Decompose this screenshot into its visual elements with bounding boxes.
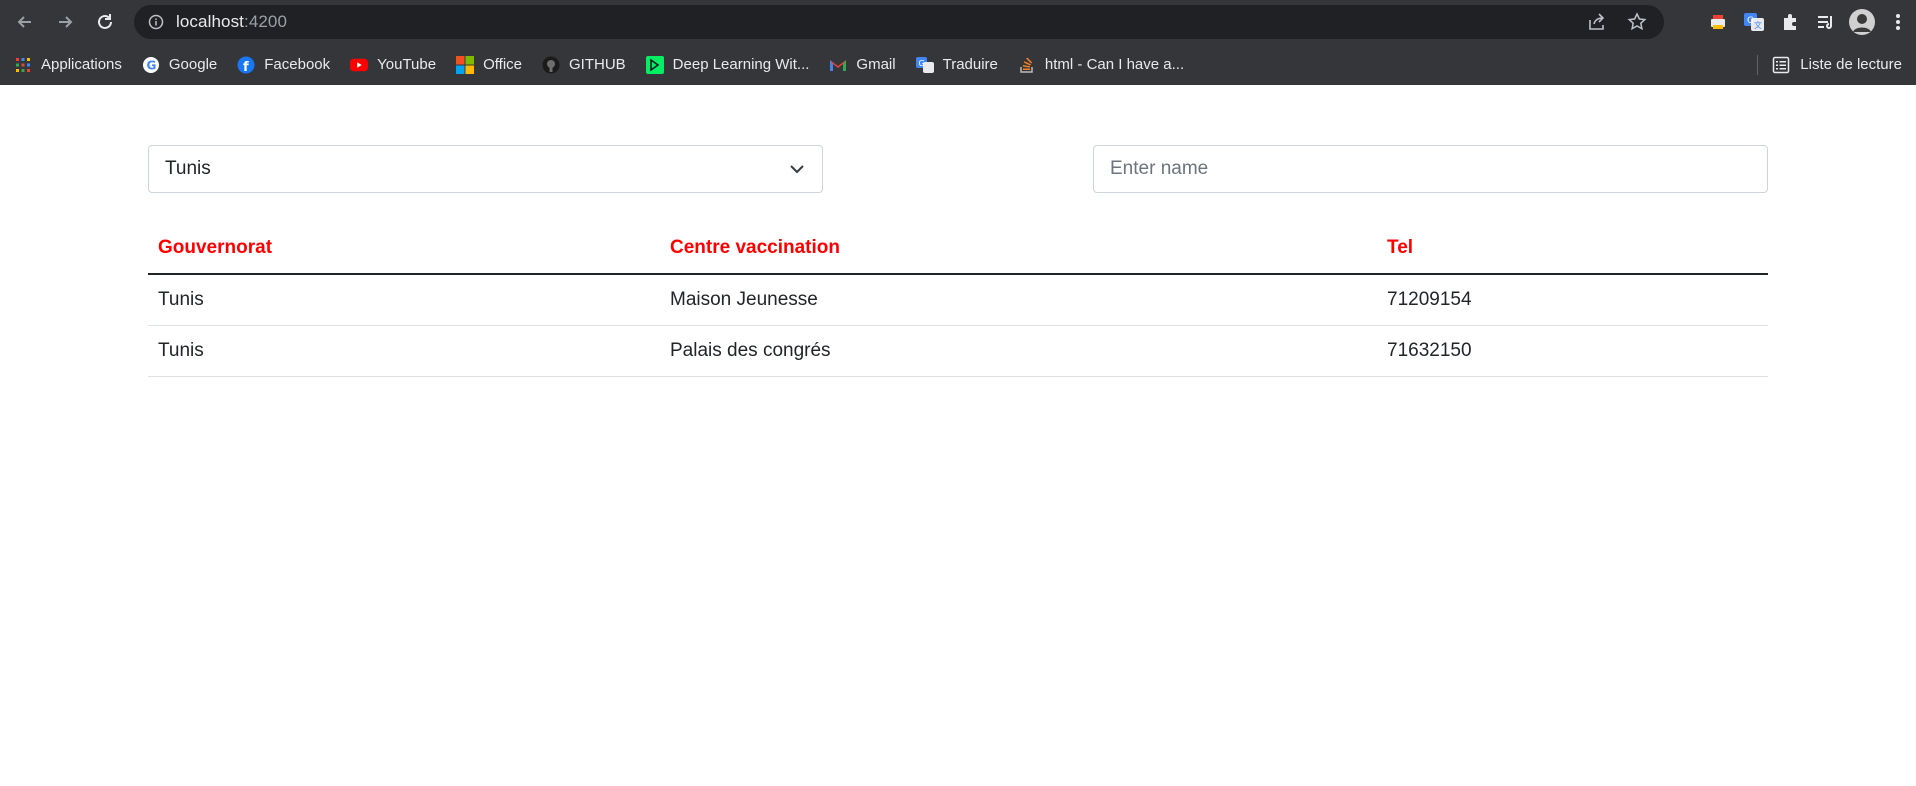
vaccination-centers-table: Gouvernorat Centre vaccination Tel Tunis… bbox=[148, 223, 1768, 377]
governorate-select-value: Tunis bbox=[165, 158, 211, 179]
bookmark-label: Applications bbox=[41, 56, 122, 73]
bookmark-label: Deep Learning Wit... bbox=[672, 56, 810, 73]
cell-centre: Maison Jeunesse bbox=[660, 274, 1377, 326]
bookmark-stackoverflow[interactable]: html - Can I have a... bbox=[1018, 49, 1184, 81]
media-control-icon[interactable] bbox=[1808, 0, 1844, 44]
cell-centre: Palais des congrés bbox=[660, 325, 1377, 377]
youtube-icon bbox=[350, 56, 369, 74]
bookmark-deep-learning[interactable]: Deep Learning Wit... bbox=[645, 49, 810, 81]
extensions-area: G文 bbox=[1700, 0, 1916, 44]
arrow-right-icon bbox=[59, 16, 73, 28]
cell-tel: 71209154 bbox=[1377, 274, 1768, 326]
table-header-row: Gouvernorat Centre vaccination Tel bbox=[148, 223, 1768, 275]
bookmark-label: html - Can I have a... bbox=[1044, 56, 1185, 73]
google-icon: G bbox=[142, 56, 160, 74]
url-port: :4200 bbox=[244, 12, 288, 31]
cell-gouvernorat: Tunis bbox=[148, 274, 660, 326]
cell-gouvernorat: Tunis bbox=[148, 325, 660, 377]
column-header-centre: Centre vaccination bbox=[660, 223, 1377, 275]
bookmark-label: Google bbox=[168, 56, 218, 73]
kebab-menu-icon[interactable] bbox=[1880, 0, 1916, 44]
bookmark-label: Gmail bbox=[856, 56, 896, 73]
table-row: Tunis Palais des congrés 71632150 bbox=[148, 325, 1768, 377]
puzzle-icon[interactable] bbox=[1772, 0, 1808, 44]
divider bbox=[1757, 54, 1759, 75]
arrow-left-icon bbox=[17, 16, 31, 28]
reload-button[interactable] bbox=[85, 2, 125, 42]
svg-text:G: G bbox=[146, 58, 156, 72]
svg-text:f: f bbox=[243, 60, 249, 74]
bookmark-label: Traduire bbox=[942, 56, 998, 73]
printer-icon[interactable] bbox=[1700, 0, 1736, 44]
bookmark-label: GITHUB bbox=[569, 56, 626, 73]
bookmark-applications[interactable]: Applications bbox=[14, 49, 122, 81]
reading-list-label: Liste de lecture bbox=[1800, 56, 1902, 73]
column-header-tel: Tel bbox=[1377, 223, 1768, 275]
governorate-select[interactable]: Tunis bbox=[148, 145, 823, 193]
github-icon bbox=[542, 56, 560, 74]
gmail-icon bbox=[829, 56, 847, 74]
google-translate-icon[interactable]: G文 bbox=[1736, 0, 1772, 44]
browser-toolbar: localhost:4200 G文 bbox=[0, 0, 1916, 44]
stackoverflow-icon bbox=[1018, 56, 1036, 74]
apps-grid-icon bbox=[14, 56, 32, 74]
bookmark-label: YouTube bbox=[377, 56, 437, 73]
address-bar[interactable]: localhost:4200 bbox=[134, 5, 1664, 39]
bookmark-label: Office bbox=[483, 56, 522, 73]
info-icon[interactable] bbox=[148, 14, 164, 30]
chevron-down-icon bbox=[790, 165, 804, 174]
reload-icon bbox=[98, 14, 112, 29]
svg-text:文: 文 bbox=[1754, 20, 1762, 30]
star-icon[interactable] bbox=[1626, 11, 1648, 33]
forward-button[interactable] bbox=[45, 2, 85, 42]
column-header-gouvernorat: Gouvernorat bbox=[148, 223, 660, 275]
reading-list-icon bbox=[1773, 56, 1790, 73]
table-row: Tunis Maison Jeunesse 71209154 bbox=[148, 274, 1768, 326]
office-icon bbox=[456, 55, 475, 74]
page-content: Tunis Gouvernorat Centre vaccination Tel… bbox=[0, 85, 1916, 786]
bookmark-traduire[interactable]: G Traduire bbox=[915, 49, 998, 81]
url-host: localhost bbox=[176, 12, 244, 31]
bookmark-facebook[interactable]: f Facebook bbox=[237, 49, 330, 81]
url-text: localhost:4200 bbox=[176, 12, 287, 32]
bookmark-youtube[interactable]: YouTube bbox=[350, 49, 436, 81]
name-search-input[interactable] bbox=[1093, 145, 1768, 193]
translate-icon: G bbox=[915, 56, 934, 74]
svg-text:G: G bbox=[918, 59, 924, 68]
share-icon[interactable] bbox=[1586, 11, 1608, 33]
cell-tel: 71632150 bbox=[1377, 325, 1768, 377]
facebook-icon: f bbox=[237, 56, 255, 74]
svg-text:G: G bbox=[1747, 16, 1754, 26]
bookmark-gmail[interactable]: Gmail bbox=[829, 49, 896, 81]
back-button[interactable] bbox=[5, 2, 45, 42]
reading-list-button[interactable]: Liste de lecture bbox=[1757, 44, 1902, 85]
bookmark-google[interactable]: G Google bbox=[142, 49, 217, 81]
bookmark-github[interactable]: GITHUB bbox=[542, 49, 626, 81]
avatar[interactable] bbox=[1844, 0, 1880, 44]
bookmark-office[interactable]: Office bbox=[456, 49, 522, 81]
bookmarks-bar: Applications G Google f Facebook YouTube… bbox=[0, 44, 1916, 85]
bookmark-label: Facebook bbox=[264, 56, 331, 73]
datacamp-icon bbox=[645, 55, 664, 74]
